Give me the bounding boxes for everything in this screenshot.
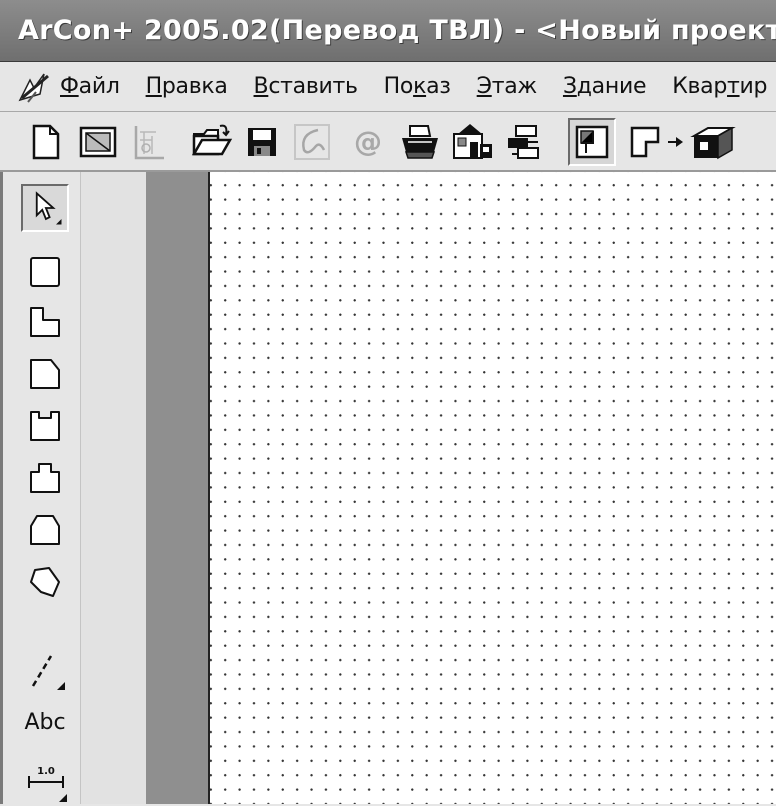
room-rectangle-tool[interactable]	[21, 248, 69, 296]
disabled-sign-icon	[294, 124, 330, 160]
menu-file-mnemonic: Ф	[60, 74, 79, 99]
disabled-grid-icon	[134, 126, 164, 160]
menu-edit[interactable]: Правка	[146, 74, 228, 99]
menu-edit-label: равка	[161, 74, 228, 99]
polygon-room-icon	[30, 515, 60, 545]
dimension-icon: 1.0	[28, 766, 67, 802]
dashed-line-icon	[31, 655, 65, 690]
window-title: ArCon+ 2005.02(Перевод ТВЛ) - <Новый про…	[18, 15, 776, 46]
open-folder-icon	[191, 124, 233, 156]
open-button[interactable]	[190, 120, 234, 164]
layers-icon	[508, 125, 539, 159]
menu-bar: Файл Правка Вставить Показ Этаж Здание К…	[0, 62, 776, 112]
select-tool-button[interactable]	[21, 184, 69, 232]
floor-plan-mode-icon	[575, 125, 609, 159]
menu-floor[interactable]: Этаж	[476, 74, 538, 99]
menu-view-mnemonic: к	[413, 74, 427, 99]
room-l-shape-tool[interactable]	[21, 298, 69, 346]
new-document-icon	[32, 124, 60, 160]
plan-view-button[interactable]	[76, 120, 120, 164]
menu-file-label: айл	[78, 74, 120, 99]
svg-text:@: @	[354, 125, 382, 158]
menu-insert[interactable]: Вставить	[254, 74, 358, 99]
plan-to-3d-icon	[630, 126, 736, 160]
rectangle-room-icon	[30, 257, 60, 287]
menu-building-label: дание	[576, 74, 647, 99]
cross-room-icon	[30, 463, 60, 493]
layers-button[interactable]	[502, 120, 546, 164]
menu-apartment-label: ир	[739, 74, 768, 99]
title-bar: ArCon+ 2005.02(Перевод ТВЛ) - <Новый про…	[0, 0, 776, 62]
plan-mode-button[interactable]	[568, 118, 616, 166]
dimension-value: 1.0	[37, 766, 55, 777]
menu-floor-label: таж	[491, 74, 538, 99]
tool-palette: Abc 1.0	[0, 172, 80, 804]
u-shape-room-icon	[30, 411, 60, 441]
menu-insert-label: ставить	[268, 74, 358, 99]
menu-apartment-prefix: Квар	[672, 74, 728, 99]
menu-building[interactable]: Здание	[562, 74, 647, 99]
plan-view-icon	[79, 126, 117, 158]
menu-view[interactable]: Показ	[384, 74, 451, 99]
email-button-disabled[interactable]: @	[346, 120, 390, 164]
disabled-at-icon: @	[354, 125, 382, 158]
sign-button-disabled[interactable]	[290, 120, 334, 164]
save-disk-icon	[248, 128, 276, 156]
room-u-shape-tool[interactable]	[21, 402, 69, 450]
drawing-canvas[interactable]	[208, 172, 776, 804]
dimension-tool[interactable]: 1.0	[21, 758, 69, 806]
main-toolbar: @	[0, 112, 776, 172]
house-plan-icon	[453, 124, 492, 159]
room-polygon-tool[interactable]	[21, 506, 69, 554]
menu-view-prefix: По	[383, 74, 414, 99]
house-plan-button[interactable]	[450, 120, 494, 164]
print-icon	[402, 125, 438, 159]
room-free-shape-tool[interactable]	[21, 558, 69, 606]
room-cross-tool[interactable]	[21, 454, 69, 502]
ruler-strip	[146, 172, 208, 804]
menu-file[interactable]: Файл	[60, 74, 120, 99]
menu-edit-mnemonic: П	[145, 74, 163, 99]
menu-insert-mnemonic: В	[253, 74, 269, 99]
trapezoid-room-icon	[30, 359, 60, 389]
menu-building-mnemonic: З	[562, 74, 577, 99]
palette-side-panel	[80, 172, 146, 804]
menu-apartment-mnemonic: т	[727, 74, 740, 99]
line-tool[interactable]	[21, 646, 69, 694]
3d-view-button[interactable]	[628, 120, 738, 164]
arrow-cursor-icon	[35, 191, 62, 225]
save-button[interactable]	[240, 120, 284, 164]
print-button[interactable]	[398, 120, 442, 164]
menu-view-label: аз	[426, 74, 451, 99]
l-shape-room-icon	[30, 307, 60, 337]
free-shape-room-icon	[30, 567, 60, 597]
menu-floor-mnemonic: Э	[476, 74, 492, 99]
menu-apartment[interactable]: Квартир	[672, 74, 767, 99]
text-tool[interactable]: Abc	[19, 710, 71, 735]
document-logo-icon[interactable]	[16, 68, 54, 106]
grid-button-disabled[interactable]	[126, 120, 170, 164]
room-trapezoid-tool[interactable]	[21, 350, 69, 398]
new-document-button[interactable]	[24, 120, 68, 164]
